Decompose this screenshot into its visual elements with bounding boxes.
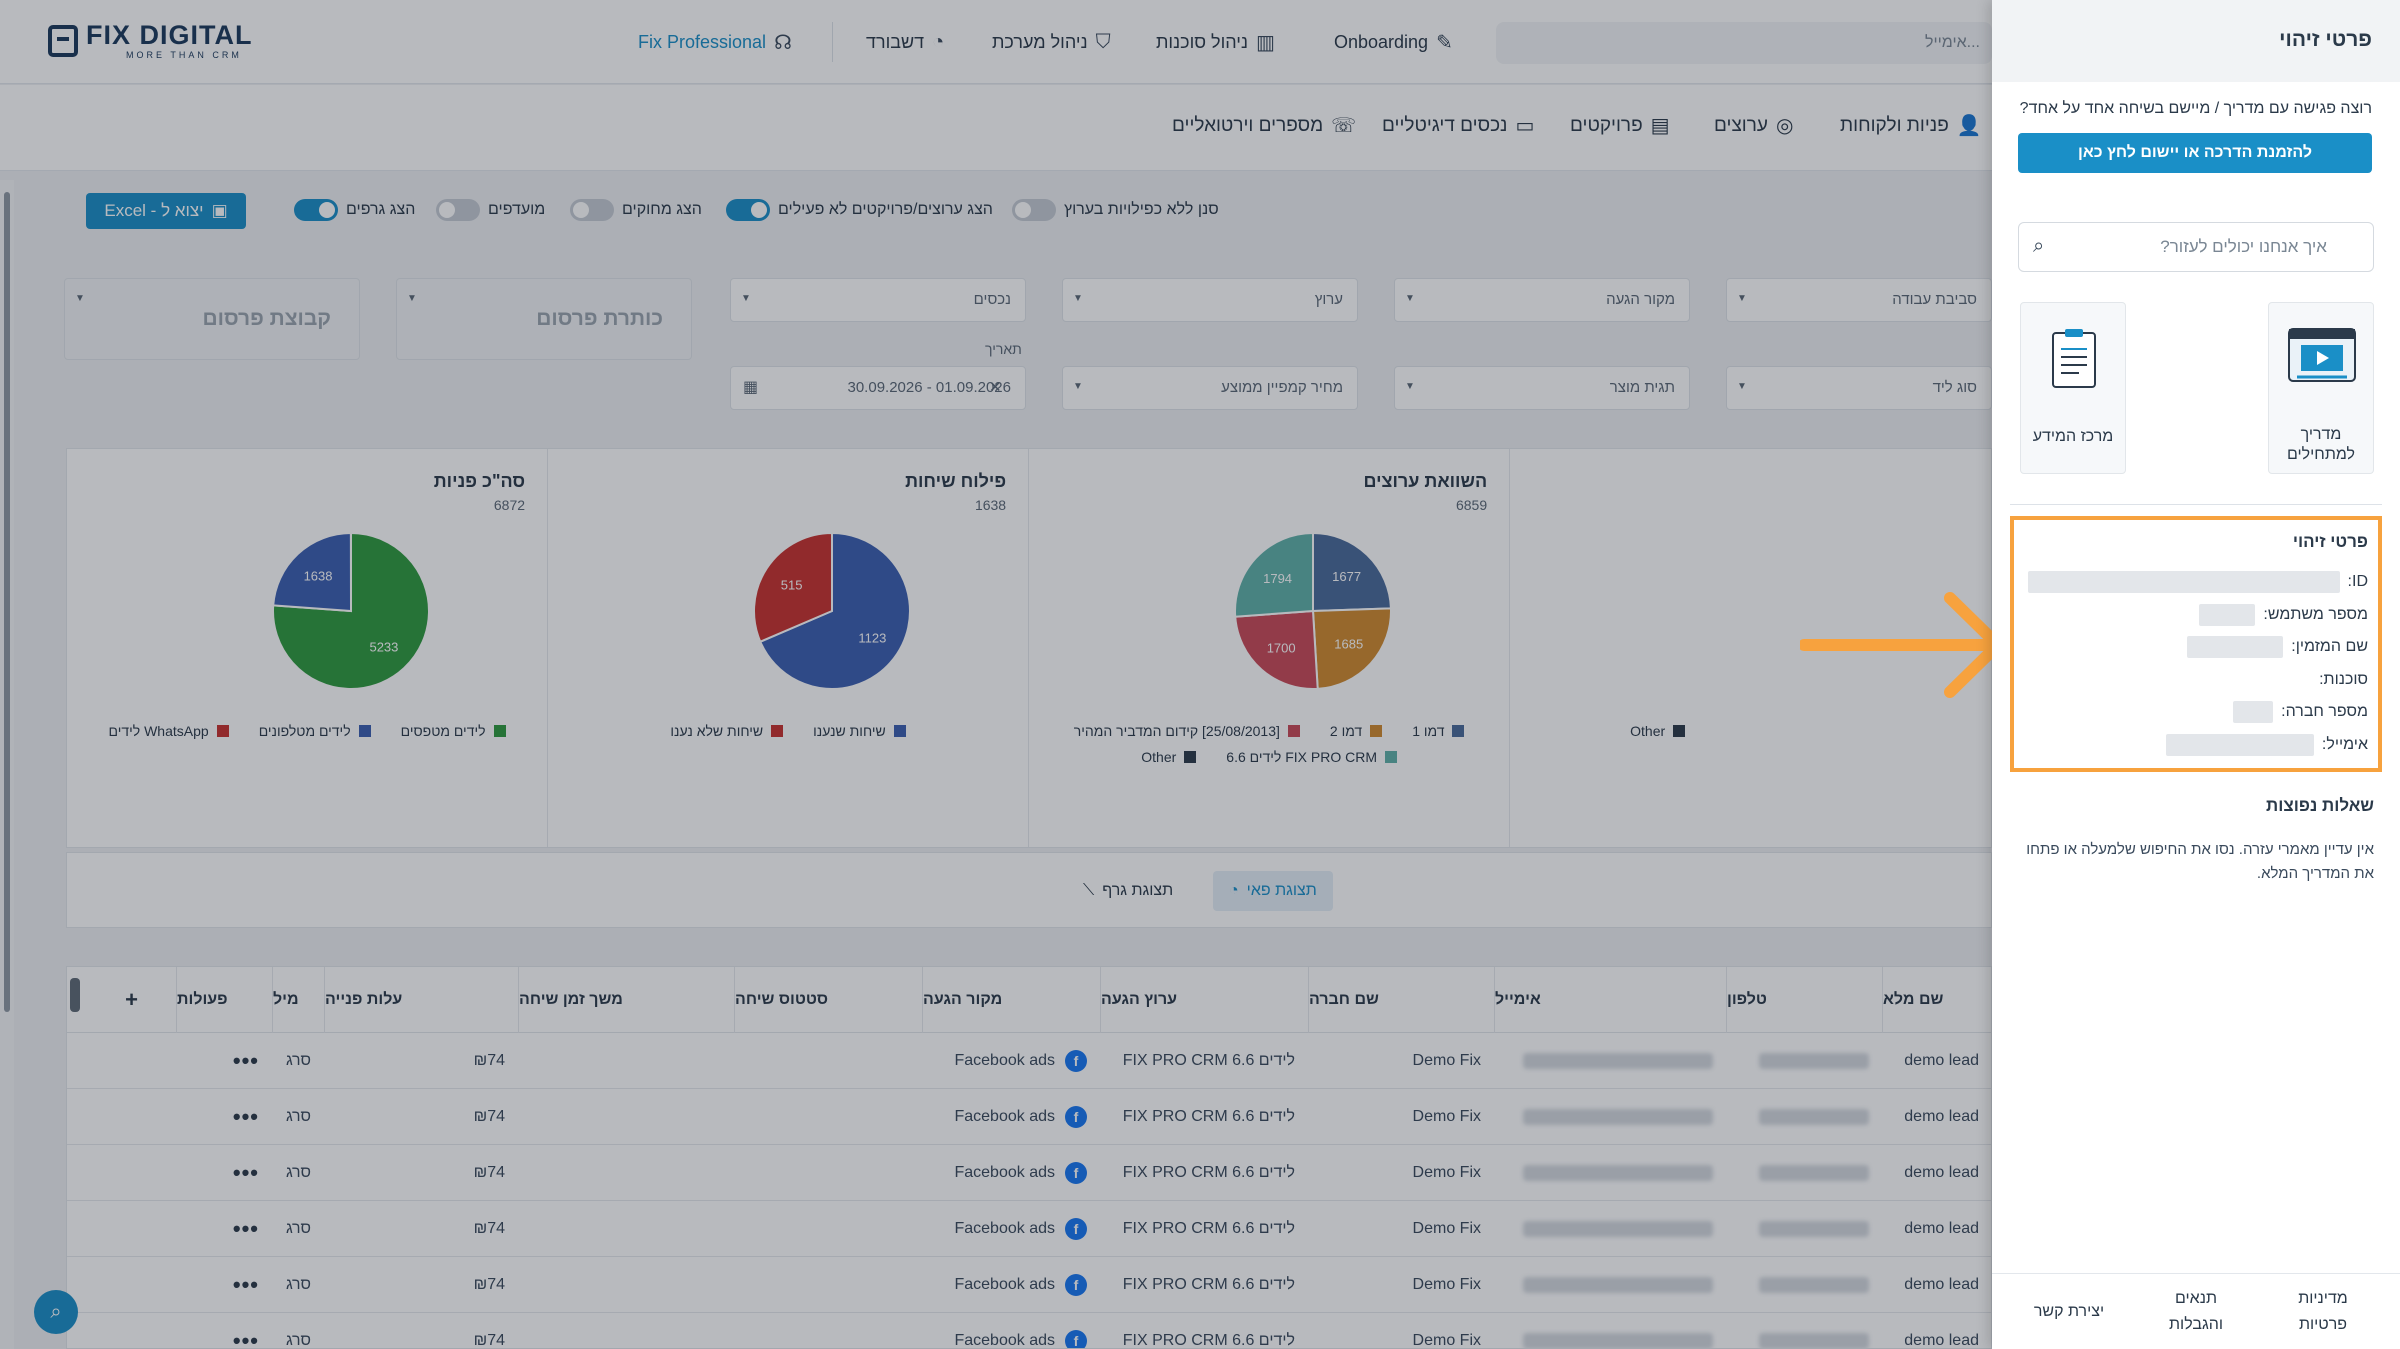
id-field-label: שם המזמין: xyxy=(2291,638,2368,656)
id-field-row: מספר חברה: xyxy=(2014,696,2368,729)
beginners-guide-card[interactable]: מדריך למתחילים xyxy=(2268,302,2374,474)
id-field-row: מספר משתמש: xyxy=(2014,599,2368,632)
privacy-policy-link[interactable]: מדיניות פרטיות xyxy=(2278,1286,2368,1338)
highlight-arrow-icon xyxy=(1800,592,2004,698)
beginners-guide-label: מדריך למתחילים xyxy=(2286,426,2356,463)
id-field-label: מספר משתמש: xyxy=(2263,605,2368,623)
help-side-panel: פרטי זיהוי רוצה פגישה עם מדריך / מיישם ב… xyxy=(1992,0,2400,1349)
identification-details-box: פרטי זיהוי ID: מספר משתמש: שם המזמין: סו… xyxy=(2010,516,2382,772)
faq-title: שאלות נפוצות xyxy=(2266,796,2374,815)
modal-backdrop[interactable] xyxy=(0,0,1992,1349)
redacted-value xyxy=(2199,603,2256,626)
redacted-value xyxy=(2165,733,2314,756)
search-icon: ⌕ xyxy=(2033,235,2045,257)
terms-link[interactable]: תנאים והגבלות xyxy=(2151,1286,2241,1338)
faq-empty-text: אין עדיין מאמרי עזרה. נסו את החיפוש שלמע… xyxy=(2026,841,2374,882)
id-field-row: ID: xyxy=(2014,566,2368,599)
help-search-placeholder: איך אנחנו יכולים לעזור? xyxy=(2160,237,2327,256)
redacted-value xyxy=(2027,571,2340,594)
help-search-input[interactable]: איך אנחנו יכולים לעזור? ⌕ xyxy=(2018,222,2374,272)
clipboard-icon xyxy=(2052,329,2096,388)
contact-link[interactable]: יצירת קשר xyxy=(2024,1299,2114,1325)
panel-title: פרטי זיהוי xyxy=(1992,0,2400,82)
id-field-row: אימייל: xyxy=(2014,729,2368,762)
book-training-button[interactable]: להזמנת הדרכה או יישום לחץ כאן xyxy=(2018,133,2372,173)
panel-intro-text: רוצה פגישה עם מדריך / מיישם בשיחה אחד על… xyxy=(2019,100,2372,117)
video-player-icon xyxy=(2288,328,2356,382)
knowledge-center-label: מרכז המידע xyxy=(2032,428,2114,445)
id-field-row: שם המזמין: xyxy=(2014,631,2368,664)
panel-footer: מדיניות פרטיות תנאים והגבלות יצירת קשר xyxy=(1992,1273,2400,1349)
id-field-label: סוכנות: xyxy=(2319,670,2368,688)
panel-divider xyxy=(2010,504,2382,505)
id-field-label: אימייל: xyxy=(2321,735,2368,753)
id-field-label: ID: xyxy=(2347,573,2368,591)
id-field-row: סוכנות: xyxy=(2014,664,2368,697)
id-section-title: פרטי זיהוי xyxy=(2292,532,2368,551)
knowledge-center-card[interactable]: מרכז המידע xyxy=(2020,302,2126,474)
id-field-label: מספר חברה: xyxy=(2281,703,2368,721)
redacted-value xyxy=(2233,701,2274,724)
redacted-value xyxy=(2187,636,2284,659)
